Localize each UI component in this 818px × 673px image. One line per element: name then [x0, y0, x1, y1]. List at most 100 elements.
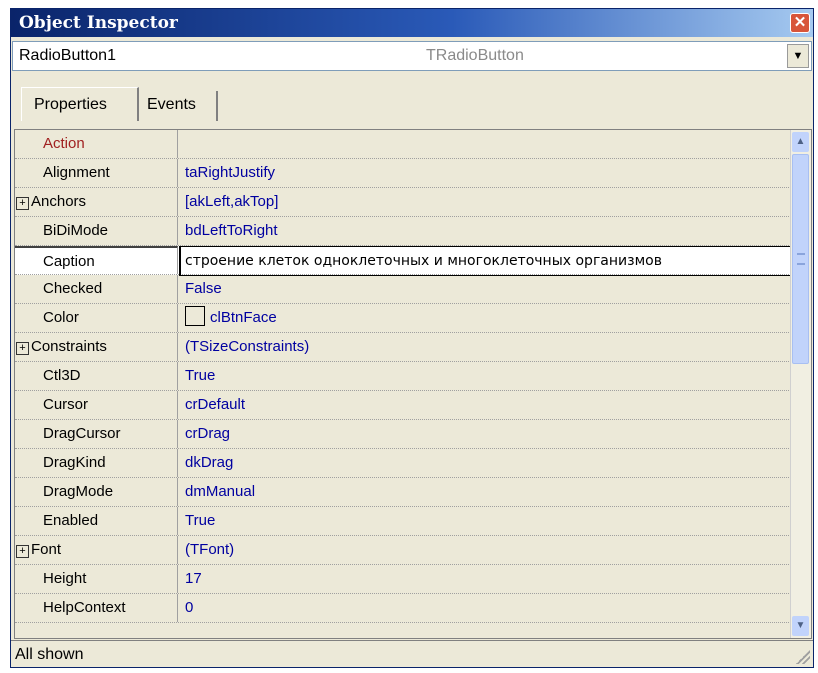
property-value-text: bdLeftToRight — [185, 222, 278, 239]
property-value[interactable]: dmManual — [179, 478, 791, 506]
property-name[interactable]: HelpContext — [15, 594, 178, 622]
property-name-label: Constraints — [31, 338, 107, 355]
resize-grip-icon[interactable] — [796, 650, 810, 664]
property-row-dragmode[interactable]: DragMode dmManual — [15, 478, 791, 507]
property-name-label: Anchors — [31, 193, 87, 210]
property-name[interactable]: Action — [15, 130, 178, 158]
property-grid: Action Alignment taRightJustify + Anchors [ak… — [14, 129, 812, 639]
property-row-action[interactable]: Action — [15, 130, 791, 159]
property-name[interactable]: + Anchors — [15, 188, 178, 216]
property-row-constraints[interactable]: + Constraints (TSizeConstraints) — [15, 333, 791, 362]
property-name-label: Caption — [43, 253, 95, 270]
property-name[interactable]: + Font — [15, 536, 178, 564]
property-row-checked[interactable]: Checked False — [15, 275, 791, 304]
property-name[interactable]: DragMode — [15, 478, 178, 506]
property-name[interactable]: Cursor — [15, 391, 178, 419]
property-name-label: Cursor — [43, 396, 89, 413]
property-name-label: DragCursor — [43, 425, 121, 442]
close-icon: ✕ — [793, 14, 807, 31]
property-row-caption[interactable]: Caption строение клеток одноклеточных и м… — [15, 246, 791, 276]
property-name[interactable]: Ctl3D — [15, 362, 178, 390]
property-row-height[interactable]: Height 17 — [15, 565, 791, 594]
property-name-label: HelpContext — [43, 599, 126, 616]
property-value[interactable]: (TSizeConstraints) — [179, 333, 791, 361]
property-name[interactable]: Checked — [15, 275, 178, 303]
property-value[interactable]: taRightJustify — [179, 159, 791, 187]
property-name[interactable]: + Constraints — [15, 333, 178, 361]
property-name-label: Height — [43, 570, 87, 587]
property-name-label: Color — [43, 309, 79, 326]
chevron-up-icon: ▲ — [795, 136, 806, 147]
property-value[interactable]: crDrag — [179, 420, 791, 448]
property-value-text: crDrag — [185, 425, 231, 442]
property-row-color[interactable]: Color clBtnFace — [15, 304, 791, 333]
property-value-text: dmManual — [185, 483, 256, 500]
tab-events[interactable]: Events — [141, 91, 218, 121]
property-value-text: 0 — [185, 599, 194, 616]
property-value-text: 17 — [185, 570, 202, 587]
object-name: RadioButton1 — [19, 47, 116, 64]
property-name[interactable]: Enabled — [15, 507, 178, 535]
property-list: Action Alignment taRightJustify + Anchors [ak… — [15, 130, 791, 623]
property-value[interactable]: False — [179, 275, 791, 303]
property-value[interactable]: True — [179, 362, 791, 390]
property-row-ctl3d[interactable]: Ctl3D True — [15, 362, 791, 391]
property-name[interactable]: Color — [15, 304, 178, 332]
property-row-cursor[interactable]: Cursor crDefault — [15, 391, 791, 420]
property-row-enabled[interactable]: Enabled True — [15, 507, 791, 536]
object-selector[interactable]: RadioButton1 TRadioButton ▼ — [12, 41, 812, 71]
property-value-text: crDefault — [185, 396, 246, 413]
property-name[interactable]: Caption — [15, 246, 178, 274]
property-value[interactable] — [179, 130, 791, 158]
property-name-label: Action — [43, 135, 85, 152]
scroll-down-button[interactable]: ▼ — [792, 616, 809, 636]
property-name[interactable]: Alignment — [15, 159, 178, 187]
property-value-text: [akLeft,akTop] — [185, 193, 279, 210]
property-row-alignment[interactable]: Alignment taRightJustify — [15, 159, 791, 188]
property-value[interactable]: dkDrag — [179, 449, 791, 477]
property-name-label: Alignment — [43, 164, 110, 181]
object-selector-dropdown-button[interactable]: ▼ — [787, 44, 809, 68]
property-value-text: (TFont) — [185, 541, 235, 558]
property-name-label: BiDiMode — [43, 222, 109, 239]
property-name-label: Font — [31, 541, 62, 558]
property-value-text: (TSizeConstraints) — [185, 338, 310, 355]
property-name[interactable]: Height — [15, 565, 178, 593]
status-bar: All shown — [11, 640, 813, 667]
property-value[interactable]: bdLeftToRight — [179, 217, 791, 245]
scroll-up-button[interactable]: ▲ — [792, 132, 809, 152]
property-name[interactable]: DragKind — [15, 449, 178, 477]
property-name-label: DragKind — [43, 454, 106, 471]
vertical-scrollbar[interactable]: ▲ ▼ — [790, 130, 811, 638]
property-name-label: Checked — [43, 280, 103, 297]
property-row-bidimode[interactable]: BiDiMode bdLeftToRight — [15, 217, 791, 246]
property-row-anchors[interactable]: + Anchors [akLeft,akTop] — [15, 188, 791, 217]
expand-plus-icon[interactable]: + — [16, 197, 29, 210]
property-value[interactable]: (TFont) — [179, 536, 791, 564]
property-row-helpcontext[interactable]: HelpContext 0 — [15, 594, 791, 623]
property-name[interactable]: BiDiMode — [15, 217, 178, 245]
property-name[interactable]: DragCursor — [15, 420, 178, 448]
title-bar[interactable]: Object Inspector ✕ — [11, 9, 813, 37]
expand-plus-icon[interactable]: + — [16, 342, 29, 355]
property-value-text: clBtnFace — [210, 309, 277, 326]
property-row-font[interactable]: + Font (TFont) — [15, 536, 791, 565]
property-row-dragcursor[interactable]: DragCursor crDrag — [15, 420, 791, 449]
close-button[interactable]: ✕ — [790, 13, 810, 33]
property-value[interactable]: crDefault — [179, 391, 791, 419]
property-value-text: строение клеток одноклеточных и многокле… — [185, 253, 662, 269]
property-value[interactable]: clBtnFace — [179, 304, 791, 332]
property-name-label: Enabled — [43, 512, 99, 529]
property-row-dragkind[interactable]: DragKind dkDrag — [15, 449, 791, 478]
expand-plus-icon[interactable]: + — [16, 545, 29, 558]
property-value[interactable]: 0 — [179, 594, 791, 622]
property-value-text: taRightJustify — [185, 164, 276, 181]
property-value[interactable]: True — [179, 507, 791, 535]
property-value-text: False — [185, 280, 222, 297]
scrollbar-thumb[interactable] — [792, 154, 809, 364]
property-value[interactable]: 17 — [179, 565, 791, 593]
tab-properties[interactable]: Properties — [21, 87, 139, 121]
property-value[interactable]: [akLeft,akTop] — [179, 188, 791, 216]
property-value-editor[interactable]: строение клеток одноклеточных и многокле… — [179, 246, 791, 276]
property-value-text: dkDrag — [185, 454, 234, 471]
